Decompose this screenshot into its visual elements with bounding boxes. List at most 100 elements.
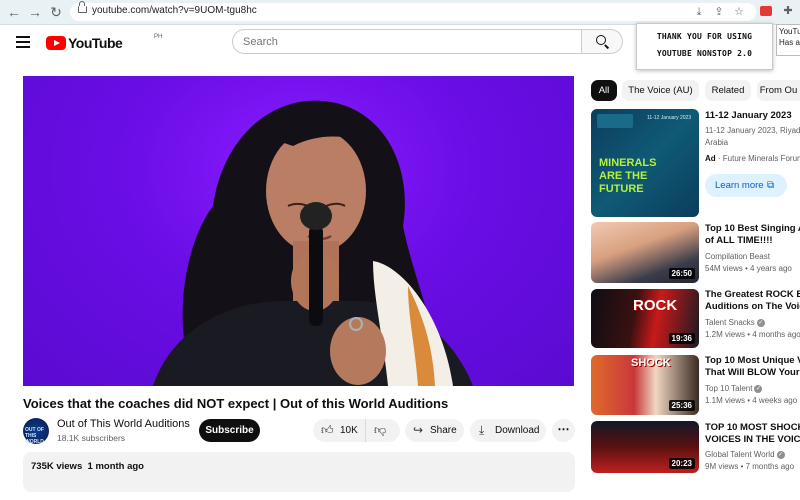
- related-thumbnail-2[interactable]: ROCK 19:36: [591, 289, 699, 348]
- thumb-word: SHOCK: [631, 357, 671, 369]
- related-channel-3-name: Top 10 Talent: [705, 384, 753, 393]
- posted-date: 1 month ago: [87, 461, 144, 472]
- lock-icon: [78, 1, 87, 13]
- related-title-3-line-1: Top 10 Most Unique Voic: [705, 355, 800, 366]
- view-count: 735K views: [31, 461, 83, 472]
- youtube-nonstop-extension-icon[interactable]: [760, 6, 772, 16]
- duration-badge: 26:50: [668, 268, 695, 279]
- verified-check-icon: ✓: [776, 450, 785, 459]
- related-thumbnail-1[interactable]: 26:50: [591, 222, 699, 283]
- learn-more-button[interactable]: Learn more ⧉: [705, 174, 787, 197]
- share-button[interactable]: ↪ Share: [405, 419, 464, 442]
- tooltip-line-1: YouTu: [779, 27, 800, 36]
- external-link-icon: ⧉: [767, 180, 775, 191]
- more-actions-button[interactable]: ⋯: [552, 419, 575, 442]
- video-player[interactable]: [23, 76, 574, 386]
- related-title-3-line-2: That Will BLOW Your Min: [705, 367, 800, 378]
- ad-thumb-date: 11-12 January 2023: [647, 115, 692, 121]
- search-placeholder: Search: [243, 36, 278, 48]
- like-dislike-group: 👍︎ 10K 👎︎: [313, 419, 400, 442]
- share-label: Share: [430, 425, 457, 436]
- search-input[interactable]: Search: [232, 29, 582, 54]
- related-title-2-line-2: Auditions on The Voice: [705, 301, 800, 312]
- channel-name[interactable]: Out of This World Auditions: [57, 418, 190, 430]
- ad-thumb-title-line-1: MINERALS: [599, 157, 657, 169]
- ad-subtitle-line-1: 11-12 January 2023, Riyadh,: [705, 126, 800, 135]
- ad-subtitle-line-2: Arabia: [705, 138, 729, 147]
- related-title-4[interactable]: TOP 10 MOST SHOCKING VOICES IN THE VOICE…: [705, 422, 800, 446]
- related-channel-2[interactable]: Talent Snacks ✓: [705, 318, 800, 327]
- reload-icon[interactable]: ↻: [48, 4, 64, 20]
- learn-more-label: Learn more: [715, 180, 764, 191]
- related-channel-4[interactable]: Global Talent World ✓: [705, 450, 800, 459]
- youtube-play-icon: [46, 36, 66, 50]
- video-title: Voices that the coaches did NOT expect |…: [23, 396, 449, 411]
- extensions-puzzle-icon[interactable]: ✚: [781, 4, 795, 18]
- video-frame-singer: [153, 100, 473, 386]
- chip-all[interactable]: All: [591, 80, 617, 101]
- ad-thumb-title-line-2: ARE THE: [599, 170, 648, 182]
- extension-popup: THANK YOU FOR USING YOUTUBE NONSTOP 2.0: [636, 23, 773, 70]
- tooltip-line-2: Has ac: [779, 38, 800, 47]
- thumbs-up-icon: 👍︎: [321, 423, 334, 437]
- popup-line-2: YOUTUBE NONSTOP 2.0: [656, 49, 753, 58]
- browser-toolbar: ← → ↻ youtube.com/watch?v=9UOM-tgu8hc ⤓ …: [0, 0, 800, 25]
- related-meta-3: 1.1M views • 4 weeks ago: [705, 396, 798, 405]
- share-page-icon[interactable]: ⇪: [712, 5, 726, 19]
- ad-thumb-title: MINERALS ARE THE FUTURE: [599, 157, 656, 196]
- chip-from-channel[interactable]: From Ou: [757, 80, 800, 101]
- subscriber-count: 18.1K subscribers: [57, 433, 126, 443]
- duration-badge: 20:23: [668, 458, 695, 469]
- back-icon[interactable]: ←: [6, 4, 22, 20]
- menu-icon[interactable]: [16, 36, 30, 48]
- future-minerals-logo: [597, 114, 633, 128]
- download-label: Download: [495, 425, 540, 436]
- dislike-button[interactable]: 👎︎: [374, 424, 386, 437]
- search-icon: [596, 35, 606, 45]
- like-count: 10K: [340, 425, 358, 436]
- ad-thumbnail[interactable]: 11-12 January 2023 MINERALS ARE THE FUTU…: [591, 109, 699, 217]
- ad-title[interactable]: 11-12 January 2023: [705, 110, 800, 122]
- related-thumbnail-4[interactable]: 20:23: [591, 421, 699, 473]
- ad-sponsor-line: Ad · Future Minerals Forum: [705, 154, 800, 163]
- ad-thumb-title-line-3: FUTURE: [599, 183, 644, 195]
- ad-sponsor: Future Minerals Forum: [722, 154, 800, 163]
- related-meta-4: 9M views • 7 months ago: [705, 462, 795, 471]
- download-icon: ⤓: [479, 423, 485, 437]
- related-channel-1[interactable]: Compilation Beast: [705, 252, 800, 261]
- related-title-1-line-1: Top 10 Best Singing Audi: [705, 223, 800, 234]
- like-button[interactable]: 👍︎ 10K: [313, 419, 366, 442]
- install-icon[interactable]: ⤓: [692, 5, 706, 19]
- forward-icon[interactable]: →: [27, 4, 43, 20]
- related-meta-2: 1.2M views • 4 months ago: [705, 330, 800, 339]
- related-channel-4-name: Global Talent World: [705, 450, 775, 459]
- related-title-3[interactable]: Top 10 Most Unique Voic That Will BLOW Y…: [705, 355, 800, 379]
- share-arrow-icon: ↪: [413, 423, 424, 437]
- related-channel-3[interactable]: Top 10 Talent ✓: [705, 384, 800, 393]
- chip-related[interactable]: Related: [705, 80, 751, 101]
- address-bar[interactable]: youtube.com/watch?v=9UOM-tgu8hc ⤓ ⇪ ☆: [70, 1, 756, 21]
- related-title-2[interactable]: The Greatest ROCK Blind Auditions on The…: [705, 289, 800, 313]
- bookmark-star-icon[interactable]: ☆: [732, 5, 746, 19]
- thumb-word: ROCK: [633, 297, 678, 314]
- related-title-4-line-2: VOICES IN THE VOICE |: [705, 434, 800, 445]
- related-meta-1: 54M views • 4 years ago: [705, 264, 792, 273]
- more-icon: ⋯: [557, 422, 570, 436]
- related-thumbnail-3[interactable]: SHOCK 25:36: [591, 355, 699, 415]
- duration-badge: 19:36: [668, 333, 695, 344]
- channel-avatar-text: OUT OF THIS WORLD: [25, 427, 44, 445]
- chip-the-voice-au[interactable]: The Voice (AU): [622, 80, 699, 101]
- related-title-2-line-1: The Greatest ROCK Blind: [705, 289, 800, 300]
- download-button[interactable]: ⤓ Download: [470, 419, 546, 442]
- search-button[interactable]: [581, 29, 623, 54]
- region-code: PH: [154, 34, 163, 40]
- extension-tooltip: YouTu Has ac: [776, 24, 800, 56]
- related-title-1[interactable]: Top 10 Best Singing Audi of ALL TIME!!!!: [705, 223, 800, 247]
- popup-line-1: THANK YOU FOR USING: [656, 32, 753, 41]
- description-box[interactable]: 735K views 1 month ago: [23, 452, 575, 492]
- subscribe-button[interactable]: Subscribe: [199, 419, 260, 442]
- ad-badge: Ad: [705, 154, 716, 163]
- url-text: youtube.com/watch?v=9UOM-tgu8hc: [92, 5, 257, 16]
- channel-avatar[interactable]: OUT OF THIS WORLD: [23, 418, 49, 445]
- logo-text: YouTube: [68, 35, 123, 51]
